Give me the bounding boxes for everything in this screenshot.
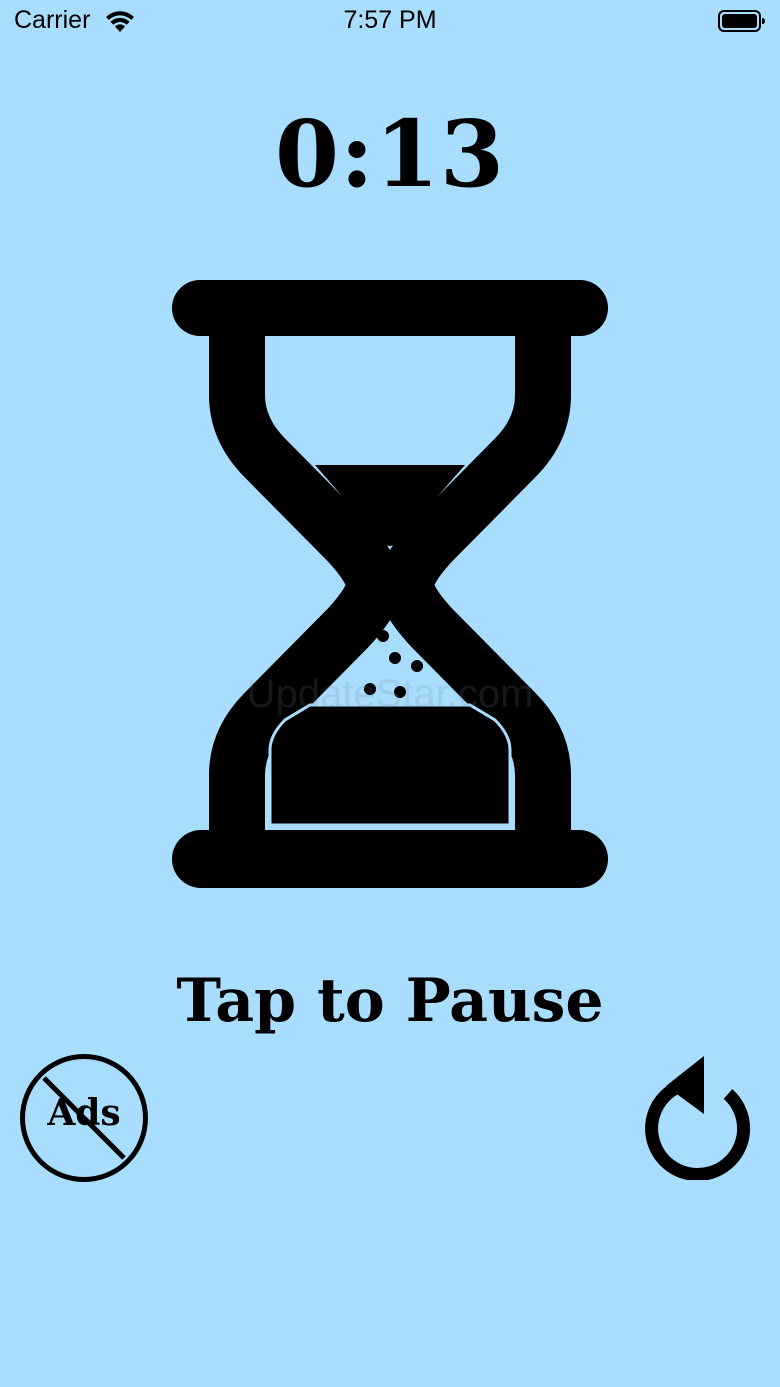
reset-button[interactable] bbox=[640, 1052, 752, 1180]
slash-icon bbox=[42, 1076, 126, 1160]
no-ads-button[interactable]: Ads bbox=[20, 1054, 148, 1182]
hourglass-button[interactable] bbox=[170, 280, 610, 890]
timer-display: 0:13 bbox=[274, 100, 505, 208]
app-screen: Carrier 7:57 PM 0:13 UpdateStar.com Tap … bbox=[0, 0, 780, 1387]
tap-to-pause-label[interactable]: Tap to Pause bbox=[0, 966, 780, 1036]
status-bar: Carrier 7:57 PM bbox=[0, 0, 780, 44]
reset-icon bbox=[645, 1056, 751, 1180]
battery-icon bbox=[718, 9, 766, 33]
hourglass-icon bbox=[172, 280, 608, 888]
status-time: 7:57 PM bbox=[343, 6, 437, 34]
